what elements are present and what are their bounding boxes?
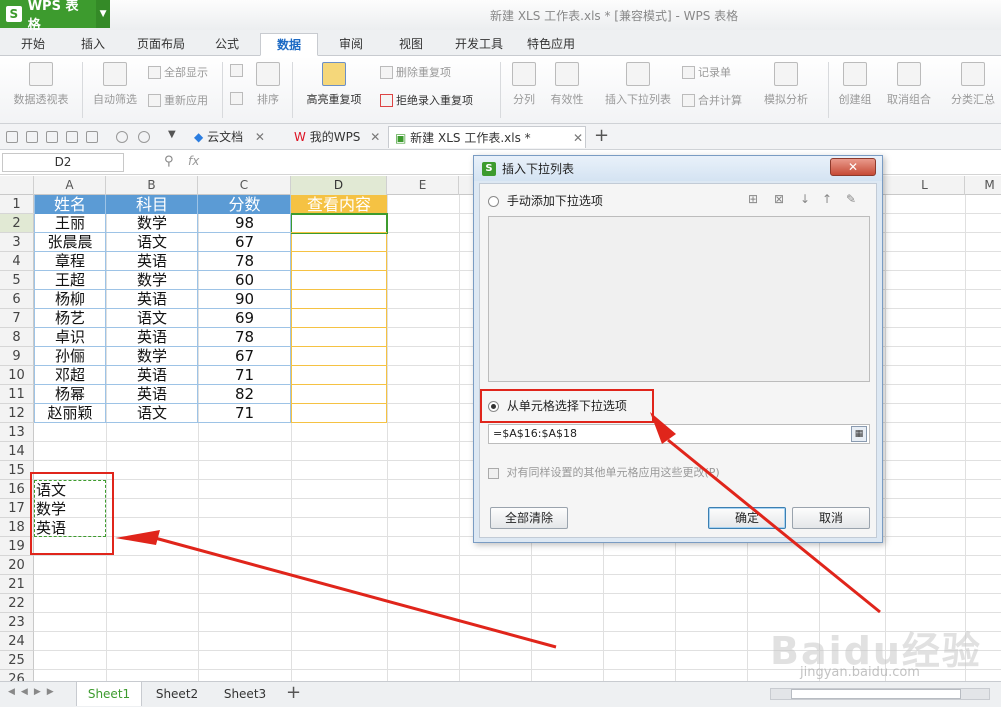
sheet-tab-3[interactable]: Sheet3 [214,682,276,706]
arrow-line-right [667,438,881,614]
sheet-tab-2[interactable]: Sheet2 [146,682,208,706]
baidu-watermark-url: jingyan.baidu.com [800,665,920,680]
annotation-arrows [115,412,881,649]
scrollbar-thumb[interactable] [791,689,961,699]
arrow-head-left [115,530,160,545]
sheet-nav-icon[interactable]: ◀◀▶▶ [8,687,60,697]
horizontal-scrollbar[interactable] [770,688,990,700]
add-sheet-icon[interactable]: + [286,682,301,703]
arrow-line-left [154,536,557,649]
sheet-tab-1[interactable]: Sheet1 [76,682,142,706]
sheet-tab-bar: ◀◀▶▶ Sheet1 Sheet2 Sheet3 + [0,681,1001,707]
arrow-head-right [650,412,676,444]
